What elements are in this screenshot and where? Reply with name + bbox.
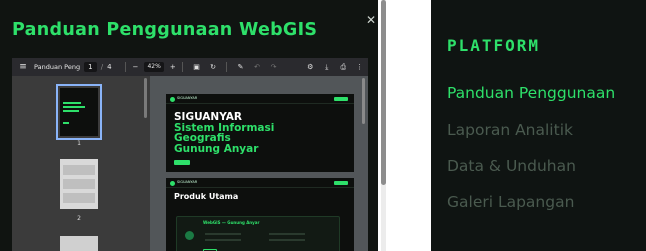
total-pages: 4 — [107, 63, 112, 71]
annotate-icon[interactable]: ⚙ — [302, 63, 319, 71]
thumbnail-scrollbar[interactable] — [144, 78, 147, 118]
page-separator: / — [100, 63, 104, 71]
card-text-line — [205, 233, 241, 235]
thumbnail-page-3[interactable] — [60, 236, 98, 251]
zoom-in-button[interactable]: + — [168, 63, 177, 71]
page-hero-button — [174, 160, 190, 165]
thumbnail-preview — [60, 88, 98, 136]
more-icon[interactable]: ⋮ — [352, 63, 368, 71]
page-brand: SIGUANYAR — [177, 180, 198, 184]
menu-icon[interactable]: ≡ — [12, 62, 34, 72]
link-galeri-lapangan[interactable]: Galeri Lapangan — [447, 193, 574, 211]
pages-scrollbar[interactable] — [362, 78, 365, 124]
close-icon[interactable]: ✕ — [366, 14, 376, 26]
thumbnail-number: 2 — [77, 215, 81, 222]
fit-page-icon[interactable]: ▣ — [188, 63, 205, 71]
page-hero-title: SIGUANYAR Sistem Informasi Geografis Gun… — [174, 112, 274, 154]
download-icon[interactable]: ⤓ — [319, 63, 336, 72]
pdf-file-name: Panduan Pengg... — [34, 63, 80, 71]
card-text-line — [269, 233, 305, 235]
card-text-line — [269, 239, 305, 241]
rotate-icon[interactable]: ↻ — [205, 63, 222, 71]
page-number-input[interactable]: 1 — [83, 62, 97, 72]
pdf-viewer: ≡ Panduan Pengg... 1 / 4 − 42% + ▣ ↻ ✎ ↶… — [12, 58, 368, 251]
page-cta-button — [334, 97, 348, 101]
zoom-level-input[interactable]: 42% — [144, 62, 165, 72]
thumbnail-preview — [60, 159, 98, 209]
draw-icon[interactable]: ✎ — [232, 63, 249, 71]
platform-heading: PLATFORM — [447, 36, 541, 55]
hero-line: Geografis — [174, 132, 231, 144]
thumbnail-page-2[interactable] — [60, 159, 98, 209]
link-laporan-analitik[interactable]: Laporan Analitik — [447, 121, 573, 139]
page-product-card: WebGIS — Gunung Anyar — [176, 216, 340, 251]
thumbnail-sidebar: 1 2 — [12, 76, 148, 251]
toolbar-divider — [182, 62, 184, 72]
pdf-toolbar: ≡ Panduan Pengg... 1 / 4 − 42% + ▣ ↻ ✎ ↶… — [12, 58, 368, 76]
page-section-title: Produk Utama — [174, 192, 239, 201]
card-text-line — [205, 239, 241, 241]
modal-title: Panduan Penggunaan WebGIS — [12, 20, 318, 40]
pdf-page-area: SIGUANYAR SIGUANYAR Sistem Informasi Geo… — [150, 76, 368, 251]
page-cta-button — [334, 181, 348, 185]
toolbar-divider — [226, 62, 228, 72]
modal-scrollbar-thumb[interactable] — [381, 0, 386, 185]
undo-icon[interactable]: ↶ — [249, 63, 266, 71]
platform-footer-panel: PLATFORM Panduan Penggunaan Laporan Anal… — [431, 0, 646, 251]
redo-icon[interactable]: ↷ — [265, 63, 282, 71]
hero-line: SIGUANYAR — [174, 111, 243, 123]
link-data-unduhan[interactable]: Data & Unduhan — [447, 157, 576, 175]
print-icon[interactable]: ⎙ — [335, 63, 352, 72]
thumbnail-page-1[interactable] — [56, 84, 102, 140]
toolbar-divider — [124, 62, 126, 72]
webgis-guide-modal: Panduan Penggunaan WebGIS ✕ ≡ Panduan Pe… — [0, 0, 378, 251]
logo-icon — [170, 181, 175, 186]
zoom-out-button[interactable]: − — [131, 63, 140, 71]
pdf-page-2: SIGUANYAR Produk Utama WebGIS — Gunung A… — [166, 178, 354, 251]
page-navbar: SIGUANYAR — [166, 178, 354, 188]
product-card-title: WebGIS — Gunung Anyar — [203, 220, 260, 225]
link-panduan-penggunaan[interactable]: Panduan Penggunaan — [447, 84, 615, 102]
hero-line: Gunung Anyar — [174, 142, 259, 155]
pdf-page-1: SIGUANYAR SIGUANYAR Sistem Informasi Geo… — [166, 94, 354, 172]
thumbnail-number: 1 — [77, 140, 81, 147]
page-navbar: SIGUANYAR — [166, 94, 354, 104]
globe-icon — [185, 231, 194, 240]
logo-icon — [170, 97, 175, 102]
page-brand: SIGUANYAR — [177, 96, 198, 100]
